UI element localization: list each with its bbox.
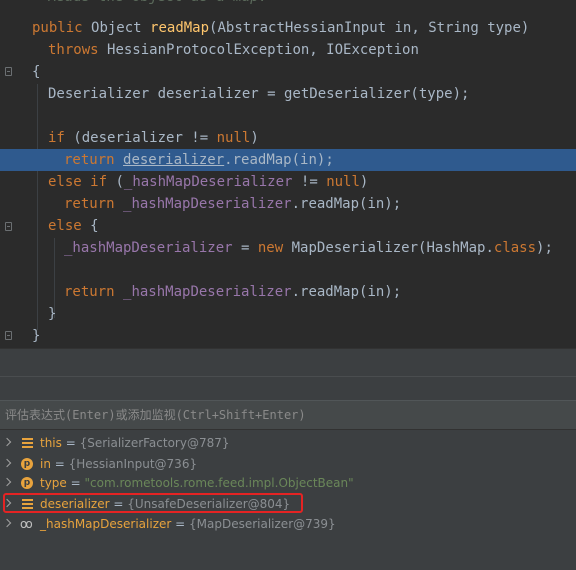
- variable-value: {MapDeserializer@739}: [189, 517, 336, 531]
- variable-row[interactable]: this = {SerializerFactory@787}: [0, 433, 576, 453]
- code-line-9: else {: [0, 215, 576, 237]
- close-paren: ): [250, 130, 259, 146]
- variable-name: this: [40, 436, 62, 450]
- constructor-call: MapDeserializer(HashMap.: [283, 240, 494, 256]
- variable-name: type: [40, 476, 67, 490]
- equals-sign: =: [61, 436, 80, 450]
- type-name: Object: [91, 20, 142, 36]
- close-brace: }: [32, 328, 41, 344]
- code-line-5: if (deserializer != null): [0, 127, 576, 149]
- ide-window: Reads the object as a map. public Object…: [0, 0, 576, 570]
- code-line-11: return _hashMapDeserializer.readMap(in);: [0, 281, 576, 303]
- condition: (deserializer !=: [73, 130, 217, 146]
- code-line-1: public Object readMap(AbstractHessianInp…: [0, 17, 576, 39]
- expand-chevron-icon[interactable]: [2, 518, 12, 528]
- code-line-comment: Reads the object as a map.: [0, 0, 576, 8]
- debugger-toolbar: [0, 376, 576, 400]
- keyword: else if: [48, 174, 108, 190]
- field-reference: _hashMapDeserializer: [123, 196, 292, 212]
- keyword: null: [326, 174, 360, 190]
- close-paren: ): [359, 174, 369, 190]
- paren: (: [115, 174, 124, 190]
- doc-comment: Reads the object as a map.: [48, 0, 267, 8]
- code-line-2: throws HessianProtocolException, IOExcep…: [0, 39, 576, 61]
- code-line-7: else if (_hashMapDeserializer != null): [0, 171, 576, 193]
- current-execution-line: return deserializer.readMap(in);: [0, 149, 576, 171]
- expand-chevron-icon[interactable]: [2, 477, 12, 487]
- param-icon: p: [21, 458, 33, 470]
- close-paren: );: [536, 240, 553, 256]
- code-line-13: }: [0, 325, 576, 347]
- method-call: .readMap(in);: [224, 152, 334, 168]
- field-icon: [22, 438, 33, 449]
- variable-value: "com.rometools.rome.feed.impl.ObjectBean…: [84, 476, 354, 490]
- method-call: .readMap(in);: [291, 196, 402, 212]
- variable-name: _hashMapDeserializer: [40, 517, 172, 531]
- expand-chevron-icon[interactable]: [2, 458, 12, 468]
- field-reference: _hashMapDeserializer: [64, 240, 233, 256]
- equals-sign: =: [171, 517, 189, 531]
- open-brace: {: [90, 218, 99, 234]
- equals-sign: =: [50, 457, 69, 471]
- keyword: class: [493, 240, 537, 256]
- expand-chevron-icon[interactable]: [2, 437, 12, 447]
- code-line-10: _hashMapDeserializer = new MapDeserializ…: [0, 237, 576, 259]
- keyword: null: [216, 130, 251, 146]
- keyword: if: [48, 130, 65, 146]
- evaluate-expression-input[interactable]: [0, 401, 576, 429]
- keyword: throws: [48, 42, 99, 58]
- code-line-8: return _hashMapDeserializer.readMap(in);: [0, 193, 576, 215]
- code-line-3: {: [0, 61, 576, 83]
- keyword: public: [32, 20, 83, 36]
- keyword: else: [48, 218, 82, 234]
- code-line-4: Deserializer deserializer = getDeseriali…: [0, 83, 576, 105]
- parameters: (AbstractHessianInput in, String type): [209, 20, 530, 36]
- field-reference: _hashMapDeserializer: [123, 174, 293, 190]
- param-icon: p: [21, 477, 33, 489]
- keyword: new: [257, 240, 284, 256]
- method-name: readMap: [150, 20, 210, 36]
- watch-icon: oo: [20, 517, 33, 531]
- code-line-12: }: [0, 303, 576, 325]
- statement: Deserializer deserializer = getDeseriali…: [48, 86, 470, 102]
- keyword: return: [64, 284, 115, 300]
- code-editor[interactable]: Reads the object as a map. public Object…: [0, 0, 576, 348]
- variable-name: in: [40, 457, 51, 471]
- field-reference: _hashMapDeserializer: [123, 284, 292, 300]
- variable-row[interactable]: p in = {HessianInput@736}: [0, 454, 576, 474]
- keyword: return: [64, 196, 115, 212]
- variable-reference[interactable]: deserializer: [123, 152, 224, 168]
- method-call: .readMap(in);: [291, 284, 402, 300]
- evaluate-expression-bar[interactable]: [0, 400, 576, 430]
- operator: !=: [292, 174, 327, 190]
- equals-sign: =: [66, 476, 85, 490]
- open-brace: {: [32, 64, 41, 80]
- variable-value: {HessianInput@736}: [68, 457, 198, 471]
- exceptions: HessianProtocolException, IOException: [107, 42, 419, 58]
- keyword: return: [64, 152, 115, 168]
- close-brace: }: [48, 306, 57, 322]
- panel-divider[interactable]: [0, 348, 576, 376]
- variable-row[interactable]: oo _hashMapDeserializer = {MapDeserializ…: [0, 514, 576, 534]
- variable-value: {SerializerFactory@787}: [79, 436, 230, 450]
- red-highlight-annotation: [3, 493, 303, 513]
- variable-row[interactable]: p type = "com.rometools.rome.feed.impl.O…: [0, 473, 576, 493]
- operator: =: [232, 240, 258, 256]
